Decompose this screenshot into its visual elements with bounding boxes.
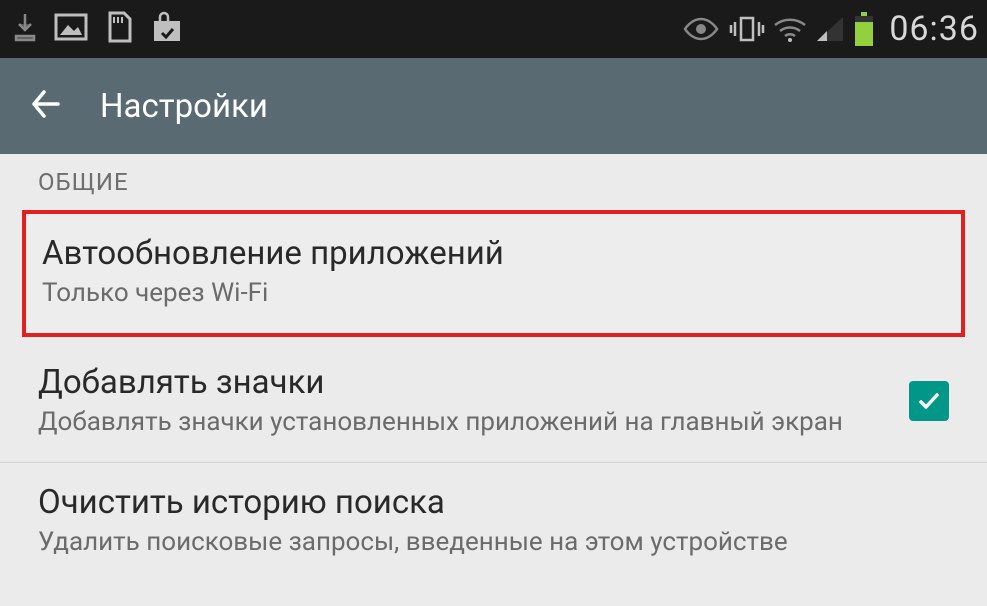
back-icon[interactable] [28,86,64,126]
settings-content: ОБЩИЕ Автообновление приложений Только ч… [0,154,987,569]
status-clock: 06:36 [889,9,979,49]
setting-title: Очистить историю поиска [38,483,949,522]
section-header-general: ОБЩИЕ [0,154,987,206]
checkbox-add-icons[interactable] [909,381,949,421]
setting-title: Добавлять значки [38,363,885,402]
wifi-icon [773,15,807,43]
vibrate-icon [729,14,765,44]
setting-subtitle: Добавлять значки установленных приложени… [38,406,885,440]
battery-icon [853,12,875,46]
setting-subtitle: Удалить поисковые запросы, введенные на … [38,526,949,560]
setting-auto-update[interactable]: Автообновление приложений Только через W… [22,210,965,337]
store-updates-icon [150,11,184,47]
setting-subtitle: Только через Wi-Fi [42,277,941,311]
app-bar-title: Настройки [100,87,268,126]
sd-card-icon [104,11,134,47]
download-icon [12,12,38,46]
status-right-icons: 06:36 [681,9,979,49]
check-icon [916,388,942,414]
eye-alert-icon [681,15,721,43]
app-bar: Настройки [0,58,987,154]
cell-signal-icon [815,15,845,43]
setting-add-icons[interactable]: Добавлять значки Добавлять значки устано… [0,343,987,463]
image-icon [54,13,88,45]
setting-title: Автообновление приложений [42,234,941,273]
status-left-icons [12,11,184,47]
setting-clear-history[interactable]: Очистить историю поиска Удалить поисковы… [0,463,987,570]
status-bar: 06:36 [0,0,987,58]
